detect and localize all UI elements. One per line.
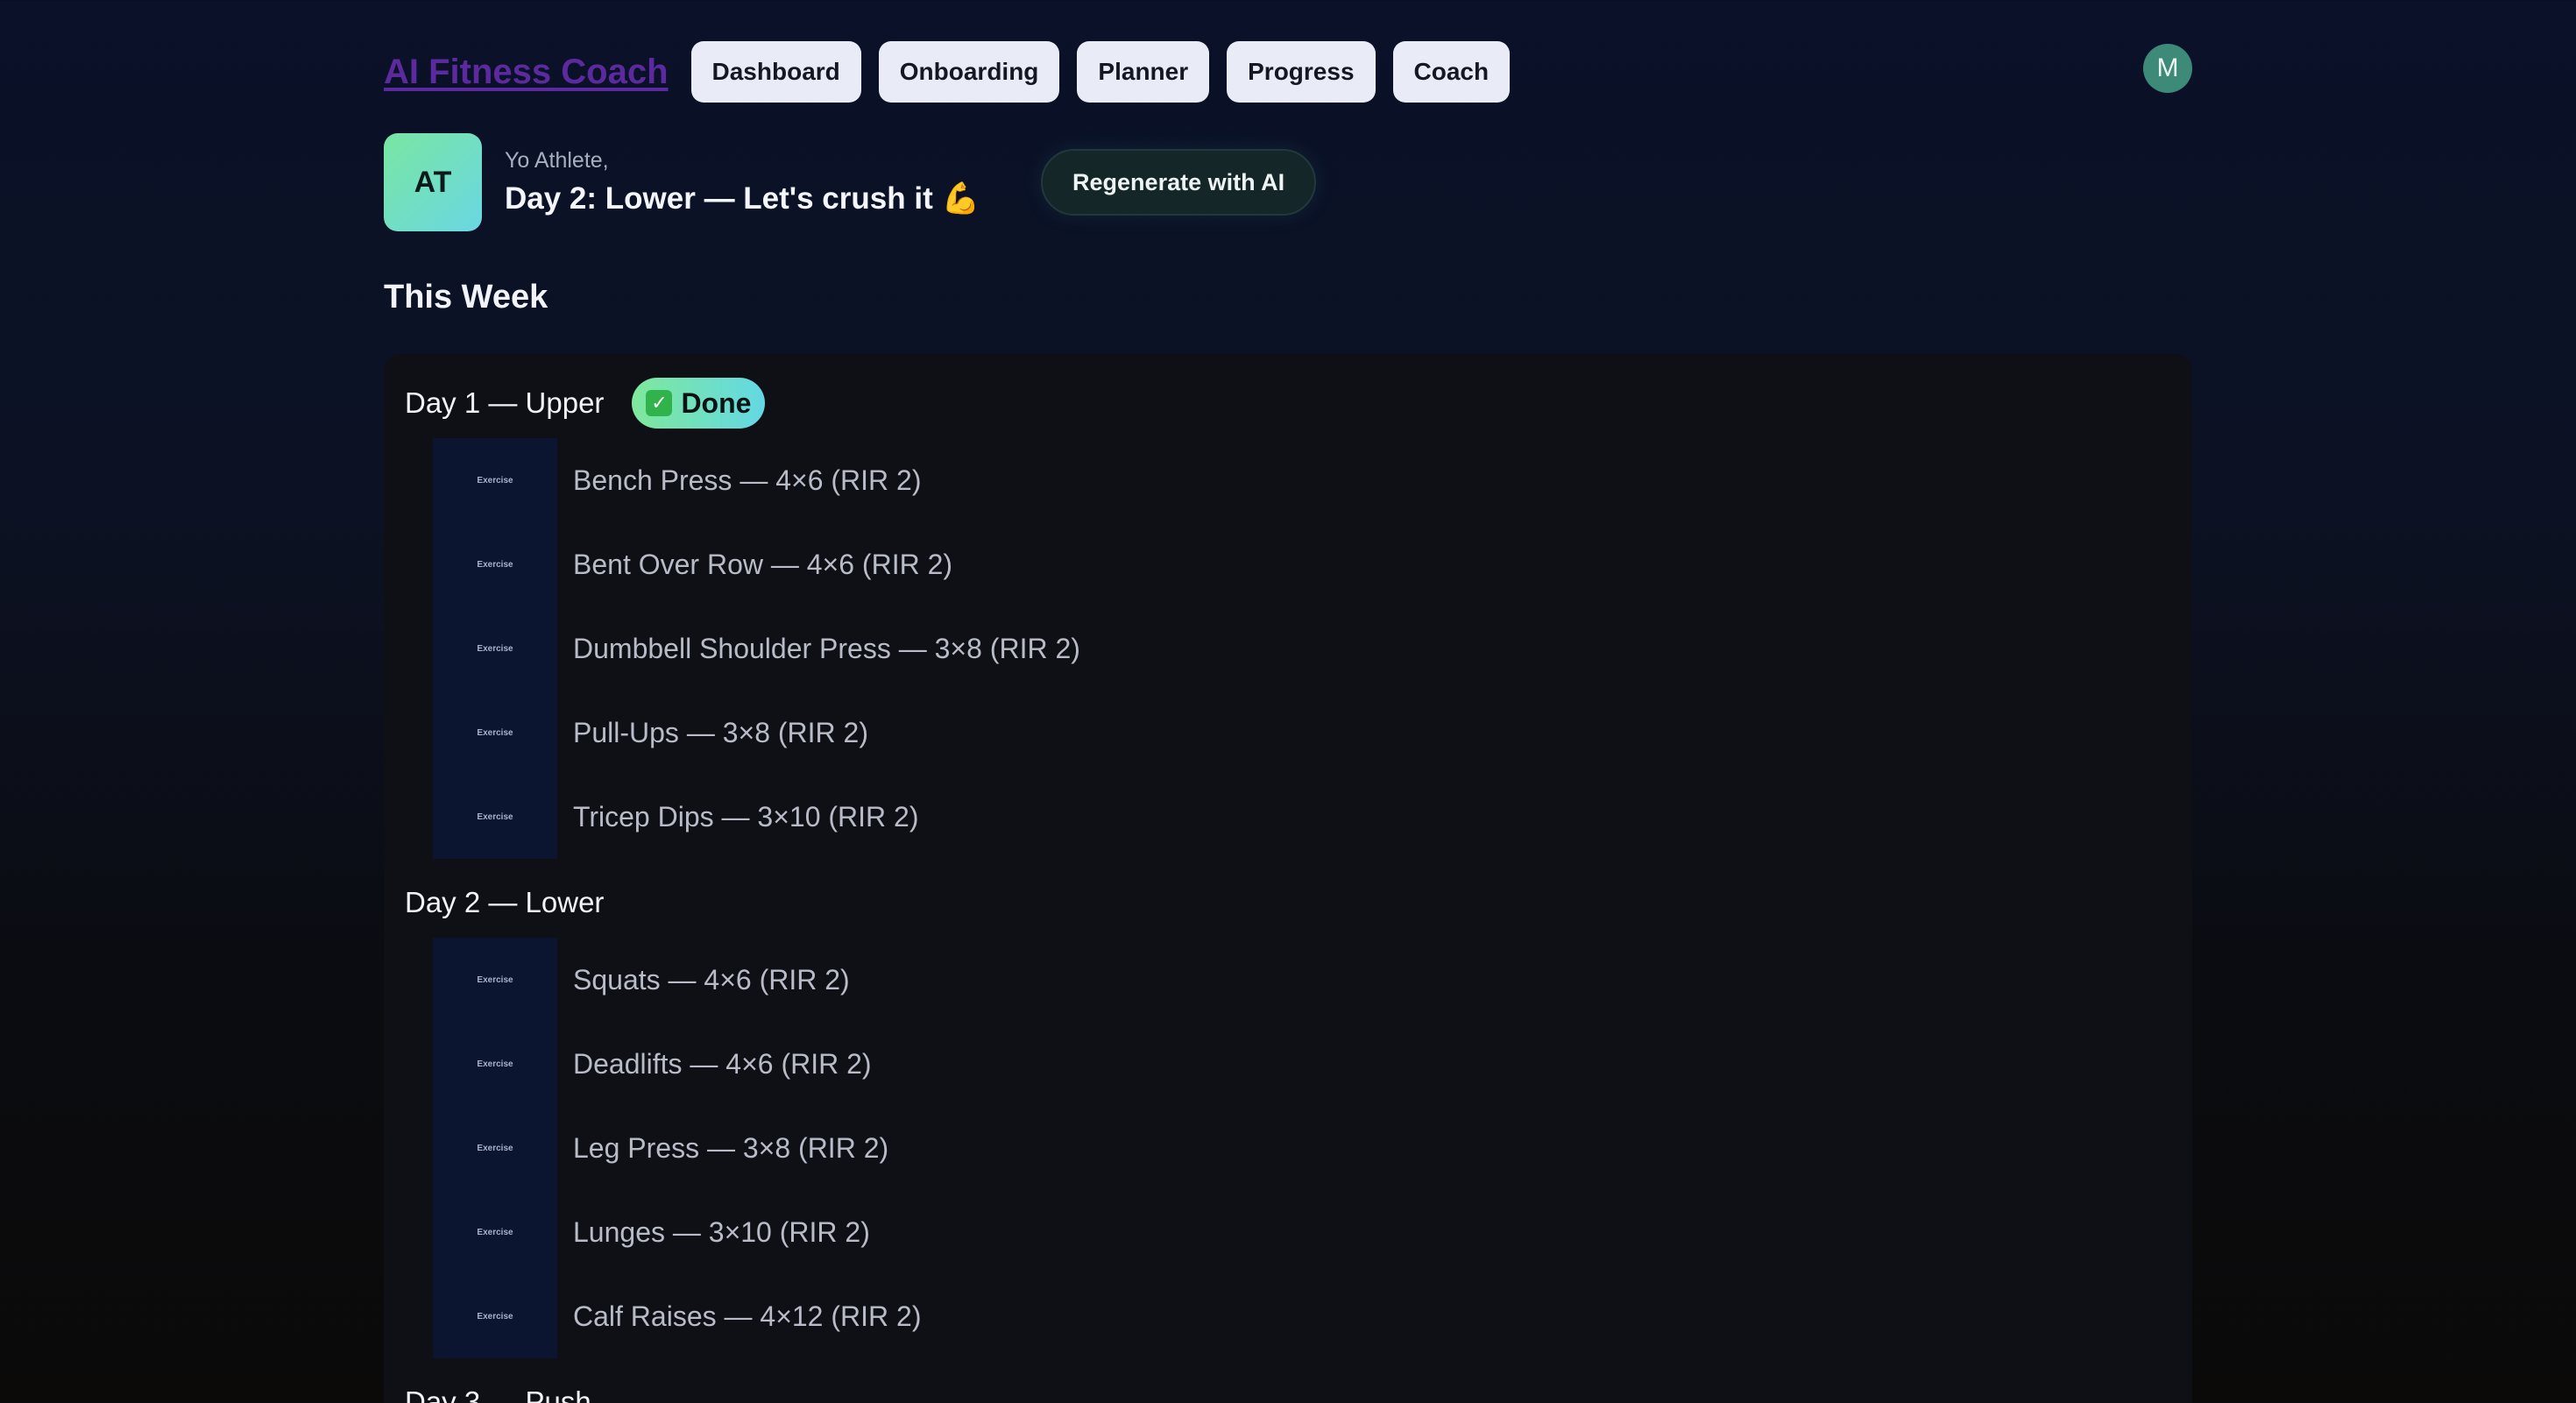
exercise-item: Exercise Bent Over Row — 4×6 (RIR 2)	[433, 522, 2171, 606]
day-title: Day 3 — Push	[405, 1385, 591, 1403]
exercise-thumbnail: Exercise	[433, 1274, 557, 1358]
exercise-label: Pull-Ups — 3×8 (RIR 2)	[573, 716, 868, 748]
athlete-avatar: AT	[384, 133, 482, 231]
exercise-thumbnail: Exercise	[433, 606, 557, 691]
exercise-label: Calf Raises — 4×12 (RIR 2)	[573, 1300, 922, 1332]
exercise-thumbnail: Exercise	[433, 1106, 557, 1190]
exercise-label: Leg Press — 3×8 (RIR 2)	[573, 1131, 889, 1164]
week-panel: Day 1 — Upper ✓ Done Exercise Bench Pres…	[384, 354, 2192, 1403]
brand-link[interactable]: AI Fitness Coach	[384, 53, 669, 92]
exercise-thumbnail: Exercise	[433, 438, 557, 522]
exercise-list: Exercise Bench Press — 4×6 (RIR 2) Exerc…	[433, 438, 2171, 859]
exercise-label: Dumbbell Shoulder Press — 3×8 (RIR 2)	[573, 632, 1080, 664]
exercise-item: Exercise Pull-Ups — 3×8 (RIR 2)	[433, 691, 2171, 775]
day-header: Day 3 — Push	[405, 1376, 2171, 1403]
nav-planner-button[interactable]: Planner	[1077, 41, 1210, 103]
day-title: Day 1 — Upper	[405, 386, 605, 419]
regenerate-ai-button[interactable]: Regenerate with AI	[1041, 149, 1317, 216]
exercise-label: Tricep Dips — 3×10 (RIR 2)	[573, 800, 919, 833]
greeting-headline: Day 2: Lower — Let's crush it 💪	[505, 181, 980, 216]
nav-coach-button[interactable]: Coach	[1392, 41, 1511, 103]
this-week-title: This Week	[384, 279, 548, 315]
done-badge: ✓ Done	[632, 378, 766, 429]
exercise-thumbnail: Exercise	[433, 522, 557, 606]
user-avatar[interactable]: M	[2143, 44, 2192, 93]
greeting-section: AT Yo Athlete, Day 2: Lower — Let's crus…	[384, 133, 1317, 231]
exercise-label: Lunges — 3×10 (RIR 2)	[573, 1215, 870, 1248]
exercise-thumbnail: Exercise	[433, 1022, 557, 1106]
exercise-label: Deadlifts — 4×6 (RIR 2)	[573, 1047, 872, 1080]
exercise-item: Exercise Lunges — 3×10 (RIR 2)	[433, 1190, 2171, 1274]
top-header: AI Fitness Coach Dashboard Onboarding Pl…	[384, 40, 2192, 103]
day-title: Day 2 — Lower	[405, 886, 605, 918]
exercise-item: Exercise Tricep Dips — 3×10 (RIR 2)	[433, 775, 2171, 859]
greeting-salutation: Yo Athlete,	[505, 148, 609, 173]
day-header: Day 2 — Lower	[405, 876, 2171, 929]
greeting-text: Yo Athlete, Day 2: Lower — Let's crush i…	[505, 148, 980, 216]
exercise-item: Exercise Deadlifts — 4×6 (RIR 2)	[433, 1022, 2171, 1106]
exercise-label: Squats — 4×6 (RIR 2)	[573, 963, 850, 996]
exercise-item: Exercise Calf Raises — 4×12 (RIR 2)	[433, 1274, 2171, 1358]
app-container: AI Fitness Coach Dashboard Onboarding Pl…	[384, 0, 2192, 1403]
exercise-thumbnail: Exercise	[433, 1190, 557, 1274]
exercise-thumbnail: Exercise	[433, 775, 557, 859]
done-badge-label: Done	[681, 386, 752, 419]
exercise-item: Exercise Squats — 4×6 (RIR 2)	[433, 938, 2171, 1022]
check-mark-icon: ✓	[646, 390, 673, 416]
exercise-item: Exercise Leg Press — 3×8 (RIR 2)	[433, 1106, 2171, 1190]
nav-dashboard-button[interactable]: Dashboard	[690, 41, 861, 103]
exercise-item: Exercise Bench Press — 4×6 (RIR 2)	[433, 438, 2171, 522]
nav-onboarding-button[interactable]: Onboarding	[878, 41, 1060, 103]
exercise-thumbnail: Exercise	[433, 938, 557, 1022]
exercise-label: Bent Over Row — 4×6 (RIR 2)	[573, 548, 953, 580]
exercise-list: Exercise Squats — 4×6 (RIR 2) Exercise D…	[433, 938, 2171, 1358]
exercise-label: Bench Press — 4×6 (RIR 2)	[573, 464, 922, 496]
exercise-item: Exercise Dumbbell Shoulder Press — 3×8 (…	[433, 606, 2171, 691]
exercise-thumbnail: Exercise	[433, 691, 557, 775]
day-header: Day 1 — Upper ✓ Done	[405, 377, 2171, 429]
nav-progress-button[interactable]: Progress	[1227, 41, 1376, 103]
